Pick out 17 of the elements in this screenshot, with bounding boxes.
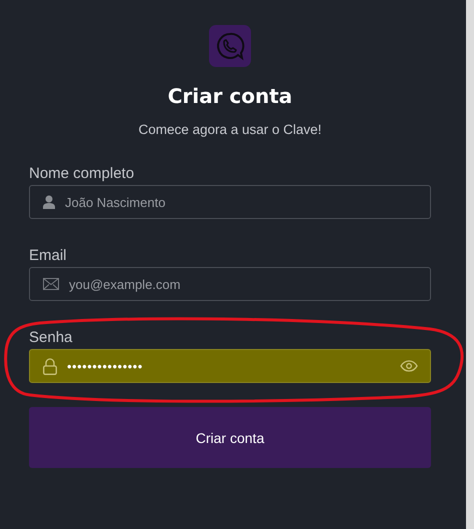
page-title: Criar conta [168,84,292,108]
password-input[interactable]: ••••••••••••••• [67,358,390,374]
name-input[interactable]: João Nascimento [65,194,418,210]
email-input[interactable]: you@example.com [69,276,418,292]
chat-phone-logo-icon [209,25,251,67]
field-label: Email [29,247,67,264]
field-label: Senha [29,329,72,346]
eye-icon[interactable] [400,360,418,372]
envelope-icon [43,278,59,290]
password-field[interactable]: ••••••••••••••• [29,349,431,383]
person-icon [43,195,55,209]
field-label: Nome completo [29,165,134,182]
create-account-button[interactable]: Criar conta [29,407,431,468]
subtitle: Comece agora a usar o Clave! [138,122,322,137]
name-field[interactable]: João Nascimento [29,185,431,219]
email-field[interactable]: you@example.com [29,267,431,301]
lock-icon [43,358,57,374]
